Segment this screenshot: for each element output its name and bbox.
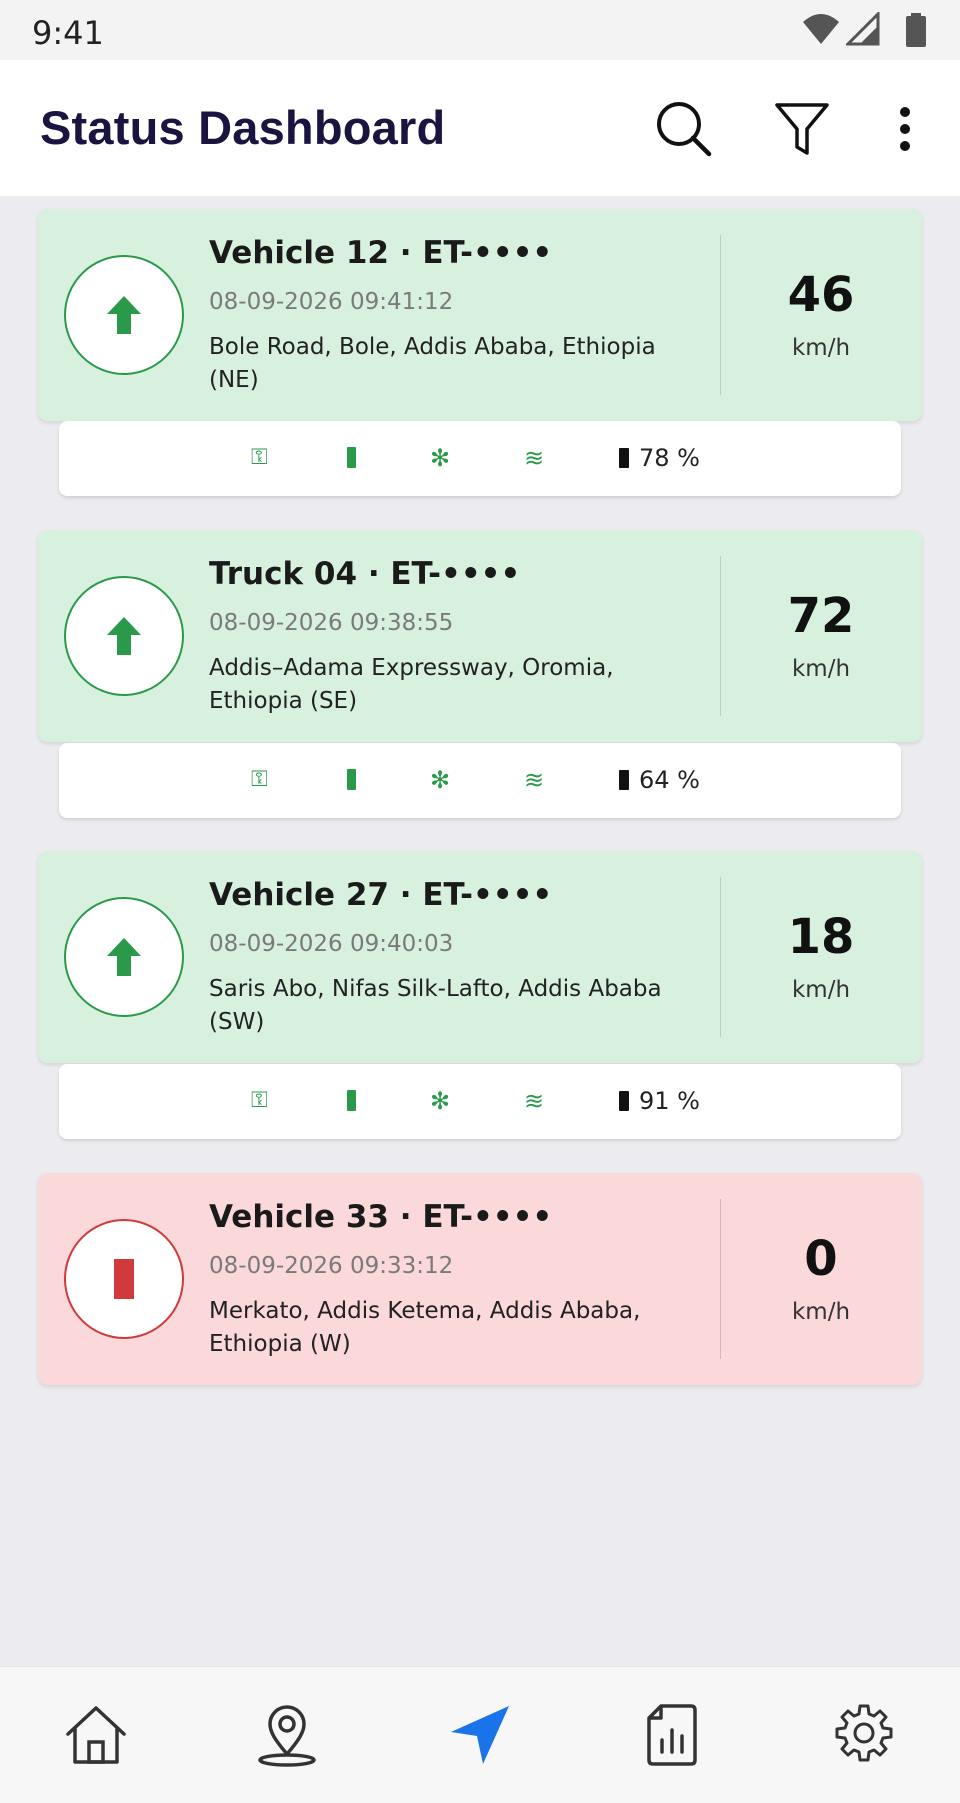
nav-home[interactable] bbox=[54, 1693, 138, 1777]
ignition-key-icon: ⚿ bbox=[251, 1088, 268, 1113]
speed-unit: km/h bbox=[791, 335, 851, 361]
app-bar: Status Dashboard bbox=[0, 60, 960, 196]
power-icon bbox=[347, 1086, 356, 1116]
vehicle-address: Bole Road, Bole, Addis Ababa, Ethiopia (… bbox=[209, 334, 656, 393]
ac-icon: ✻ bbox=[430, 1087, 451, 1115]
moving-status-indicator bbox=[64, 897, 184, 1017]
signal-wave-icon: ≋ bbox=[524, 1087, 545, 1115]
search-icon bbox=[657, 102, 712, 157]
vehicle-address: Merkato, Addis Ketema, Addis Ababa, Ethi… bbox=[209, 1298, 641, 1357]
search-button[interactable] bbox=[649, 94, 719, 164]
stopped-status-indicator bbox=[64, 1219, 184, 1339]
sensor-strip: ⚿ ✻ ≋ 91 % bbox=[59, 1064, 901, 1139]
battery-level: 64 % bbox=[619, 765, 700, 795]
ac-icon: ✻ bbox=[430, 766, 451, 794]
nav-tracking[interactable] bbox=[438, 1693, 522, 1777]
filter-icon bbox=[775, 103, 829, 155]
ac-icon: ✻ bbox=[430, 444, 451, 472]
vehicle-address: Saris Abo, Nifas Silk-Lafto, Addis Ababa… bbox=[209, 976, 662, 1035]
vehicle-card[interactable]: Truck 04 · ET-•••• 08-09-2026 09:38:55 A… bbox=[38, 530, 922, 742]
signal-wave-icon: ≋ bbox=[524, 444, 545, 472]
navigation-arrow-icon bbox=[451, 1706, 509, 1764]
power-icon bbox=[347, 765, 356, 795]
vehicle-timestamp: 08-09-2026 09:38:55 bbox=[209, 610, 454, 636]
vehicle-card[interactable]: Vehicle 33 · ET-•••• 08-09-2026 09:33:12… bbox=[38, 1173, 922, 1385]
more-options-button[interactable] bbox=[870, 94, 940, 164]
speed-unit: km/h bbox=[791, 656, 851, 682]
vehicle-name: Vehicle 12 · ET-•••• bbox=[209, 235, 553, 271]
vehicle-name: Vehicle 27 · ET-•••• bbox=[209, 877, 553, 913]
vehicle-card[interactable]: Vehicle 27 · ET-•••• 08-09-2026 09:40:03… bbox=[38, 851, 922, 1063]
vehicle-timestamp: 08-09-2026 09:41:12 bbox=[209, 289, 454, 315]
battery-value: 78 % bbox=[639, 444, 700, 472]
more-vert-icon bbox=[900, 107, 910, 151]
status-bar: 9:41 bbox=[0, 0, 960, 60]
vehicle-timestamp: 08-09-2026 09:33:12 bbox=[209, 1253, 454, 1279]
battery-level: 78 % bbox=[619, 443, 700, 473]
ignition-key-icon: ⚿ bbox=[251, 445, 268, 470]
speed-unit: km/h bbox=[791, 977, 851, 1003]
vehicle-address: Addis–Adama Expressway, Oromia, Ethiopia… bbox=[209, 655, 614, 714]
vehicle-speed: 72 bbox=[787, 588, 855, 644]
battery-value: 91 % bbox=[639, 1087, 700, 1115]
battery-icon bbox=[619, 448, 629, 468]
battery-value: 64 % bbox=[639, 766, 700, 794]
power-icon bbox=[347, 443, 356, 473]
moving-status-indicator bbox=[64, 576, 184, 696]
cellular-signal-icon bbox=[846, 12, 880, 46]
filter-button[interactable] bbox=[767, 94, 837, 164]
vehicle-timestamp: 08-09-2026 09:40:03 bbox=[209, 931, 454, 957]
report-icon bbox=[647, 1704, 697, 1766]
ignition-key-icon: ⚿ bbox=[251, 767, 268, 792]
speed-unit: km/h bbox=[791, 1299, 851, 1325]
bottom-navigation bbox=[0, 1666, 960, 1803]
vehicle-speed: 18 bbox=[787, 909, 855, 965]
vehicle-name: Vehicle 33 · ET-•••• bbox=[209, 1199, 553, 1235]
signal-wave-icon: ≋ bbox=[524, 766, 545, 794]
vehicle-card[interactable]: Vehicle 12 · ET-•••• 08-09-2026 09:41:12… bbox=[38, 209, 922, 421]
battery-level: 91 % bbox=[619, 1086, 700, 1116]
moving-status-indicator bbox=[64, 255, 184, 375]
vehicle-name: Truck 04 · ET-•••• bbox=[209, 556, 521, 592]
nav-settings[interactable] bbox=[822, 1693, 906, 1777]
battery-icon bbox=[619, 770, 629, 790]
arrow-up-icon bbox=[107, 296, 141, 334]
wifi-icon bbox=[803, 14, 839, 44]
home-icon bbox=[66, 1706, 126, 1764]
stop-bar-icon bbox=[114, 1259, 134, 1299]
location-pin-icon bbox=[258, 1705, 316, 1767]
sensor-strip: ⚿ ✻ ≋ 78 % bbox=[59, 421, 901, 496]
settings-gear-icon bbox=[835, 1704, 893, 1762]
arrow-up-icon bbox=[107, 938, 141, 976]
battery-icon bbox=[906, 13, 926, 47]
nav-map[interactable] bbox=[245, 1693, 329, 1777]
vehicle-speed: 0 bbox=[804, 1231, 838, 1287]
nav-reports[interactable] bbox=[630, 1693, 714, 1777]
arrow-up-icon bbox=[107, 617, 141, 655]
page-title: Status Dashboard bbox=[40, 101, 446, 154]
sensor-strip: ⚿ ✻ ≋ 64 % bbox=[59, 743, 901, 818]
battery-icon bbox=[619, 1091, 629, 1111]
status-time: 9:41 bbox=[32, 14, 104, 52]
vehicle-speed: 46 bbox=[787, 267, 855, 323]
